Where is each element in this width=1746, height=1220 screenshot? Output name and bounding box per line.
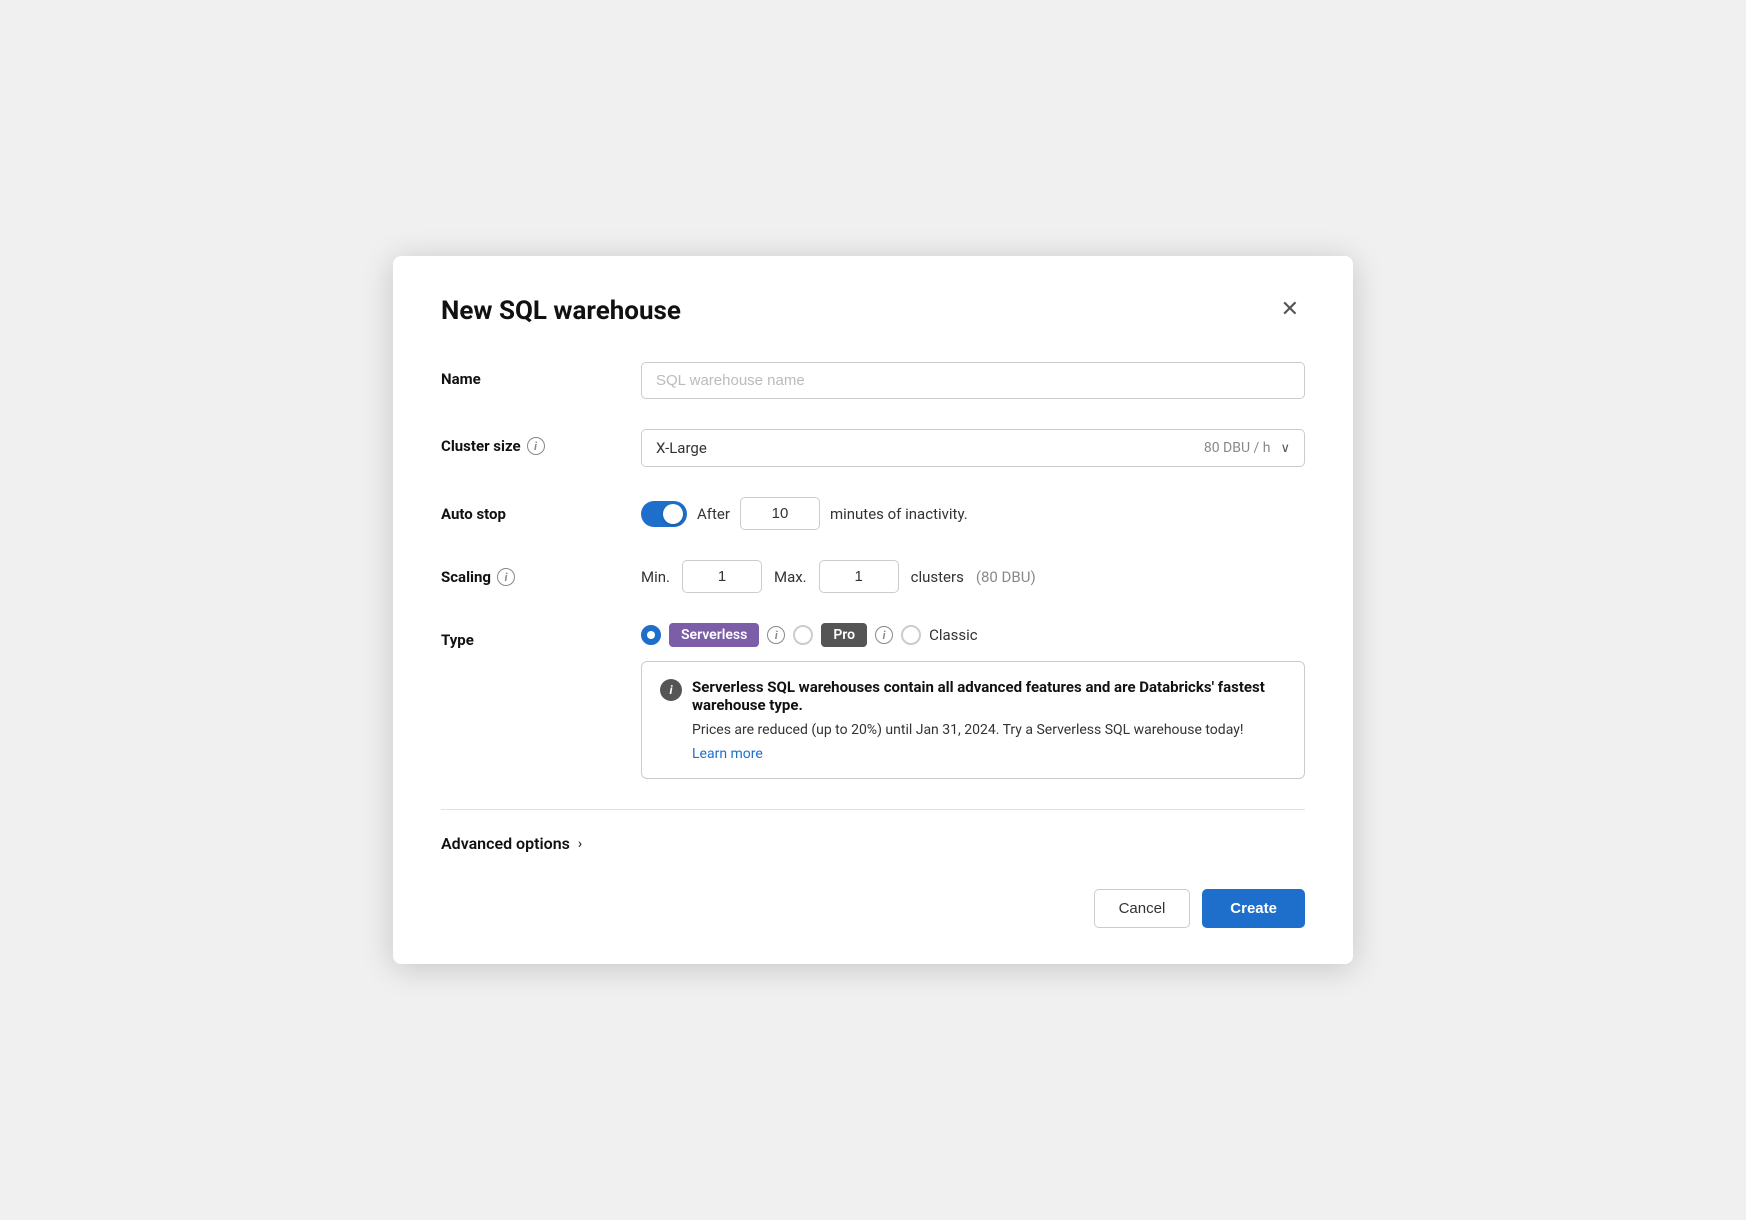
type-label: Type bbox=[441, 623, 641, 649]
classic-radio[interactable] bbox=[901, 625, 921, 645]
info-box-body: Prices are reduced (up to 20%) until Jan… bbox=[660, 722, 1286, 738]
serverless-badge[interactable]: Serverless bbox=[669, 623, 759, 647]
section-divider bbox=[441, 809, 1305, 810]
advanced-options-toggle[interactable]: Advanced options › bbox=[441, 834, 1305, 853]
new-sql-warehouse-dialog: New SQL warehouse ✕ Name Cluster size i … bbox=[393, 256, 1353, 964]
auto-stop-label: Auto stop bbox=[441, 497, 641, 523]
pro-badge[interactable]: Pro bbox=[821, 623, 867, 647]
dialog-title: New SQL warehouse bbox=[441, 296, 681, 326]
cluster-size-right: 80 DBU / h ∨ bbox=[1204, 440, 1290, 456]
info-dot-icon: i bbox=[660, 679, 682, 701]
cluster-size-row: Cluster size i X-Large 80 DBU / h ∨ bbox=[441, 429, 1305, 467]
scaling-min-input[interactable]: 1 bbox=[682, 560, 762, 593]
classic-label: Classic bbox=[929, 626, 978, 644]
clusters-text: clusters bbox=[911, 568, 964, 586]
min-label: Min. bbox=[641, 568, 670, 586]
info-box-header: i Serverless SQL warehouses contain all … bbox=[660, 678, 1286, 714]
close-button[interactable]: ✕ bbox=[1275, 296, 1305, 322]
serverless-info-icon[interactable]: i bbox=[767, 626, 785, 644]
cluster-size-label: Cluster size i bbox=[441, 429, 641, 455]
cluster-size-dbu: 80 DBU / h bbox=[1204, 440, 1271, 456]
cancel-button[interactable]: Cancel bbox=[1094, 889, 1191, 928]
scaling-control: Min. 1 Max. 1 clusters (80 DBU) bbox=[641, 560, 1305, 593]
scaling-row: Scaling i Min. 1 Max. 1 clusters (80 DBU… bbox=[441, 560, 1305, 593]
type-row: Type Serverless i Pro i Classic i Server… bbox=[441, 623, 1305, 779]
cluster-size-info-icon[interactable]: i bbox=[527, 437, 545, 455]
type-info-box: i Serverless SQL warehouses contain all … bbox=[641, 661, 1305, 779]
name-row: Name bbox=[441, 362, 1305, 399]
pro-info-icon[interactable]: i bbox=[875, 626, 893, 644]
dialog-header: New SQL warehouse ✕ bbox=[441, 296, 1305, 326]
cluster-size-select[interactable]: X-Large 80 DBU / h ∨ bbox=[641, 429, 1305, 467]
max-label: Max. bbox=[774, 568, 807, 586]
inactivity-text: minutes of inactivity. bbox=[830, 505, 968, 523]
cluster-size-chevron-icon: ∨ bbox=[1280, 441, 1290, 456]
cluster-size-control: X-Large 80 DBU / h ∨ bbox=[641, 429, 1305, 467]
toggle-thumb bbox=[663, 504, 683, 524]
auto-stop-toggle[interactable] bbox=[641, 501, 687, 527]
minutes-input[interactable]: 10 bbox=[740, 497, 820, 530]
type-options: Serverless i Pro i Classic bbox=[641, 623, 1305, 647]
auto-stop-row: Auto stop After 10 minutes of inactivity… bbox=[441, 497, 1305, 530]
learn-more-link[interactable]: Learn more bbox=[660, 746, 1286, 762]
name-label: Name bbox=[441, 362, 641, 388]
scaling-max-input[interactable]: 1 bbox=[819, 560, 899, 593]
auto-stop-control: After 10 minutes of inactivity. bbox=[641, 497, 1305, 530]
name-control bbox=[641, 362, 1305, 399]
advanced-options-label: Advanced options bbox=[441, 834, 570, 853]
after-text: After bbox=[697, 505, 730, 523]
name-input[interactable] bbox=[641, 362, 1305, 399]
autostop-row: After 10 minutes of inactivity. bbox=[641, 497, 1305, 530]
type-control: Serverless i Pro i Classic i Serverless … bbox=[641, 623, 1305, 779]
scaling-dbu-text: (80 DBU) bbox=[976, 568, 1036, 586]
create-button[interactable]: Create bbox=[1202, 889, 1305, 928]
scaling-label: Scaling i bbox=[441, 560, 641, 586]
serverless-radio[interactable] bbox=[641, 625, 661, 645]
pro-radio[interactable] bbox=[793, 625, 813, 645]
cluster-size-value: X-Large bbox=[656, 439, 1204, 457]
scaling-inputs: Min. 1 Max. 1 clusters (80 DBU) bbox=[641, 560, 1305, 593]
scaling-info-icon[interactable]: i bbox=[497, 568, 515, 586]
advanced-options-chevron-icon: › bbox=[578, 836, 582, 852]
dialog-footer: Cancel Create bbox=[441, 889, 1305, 928]
info-box-title: Serverless SQL warehouses contain all ad… bbox=[692, 678, 1286, 714]
